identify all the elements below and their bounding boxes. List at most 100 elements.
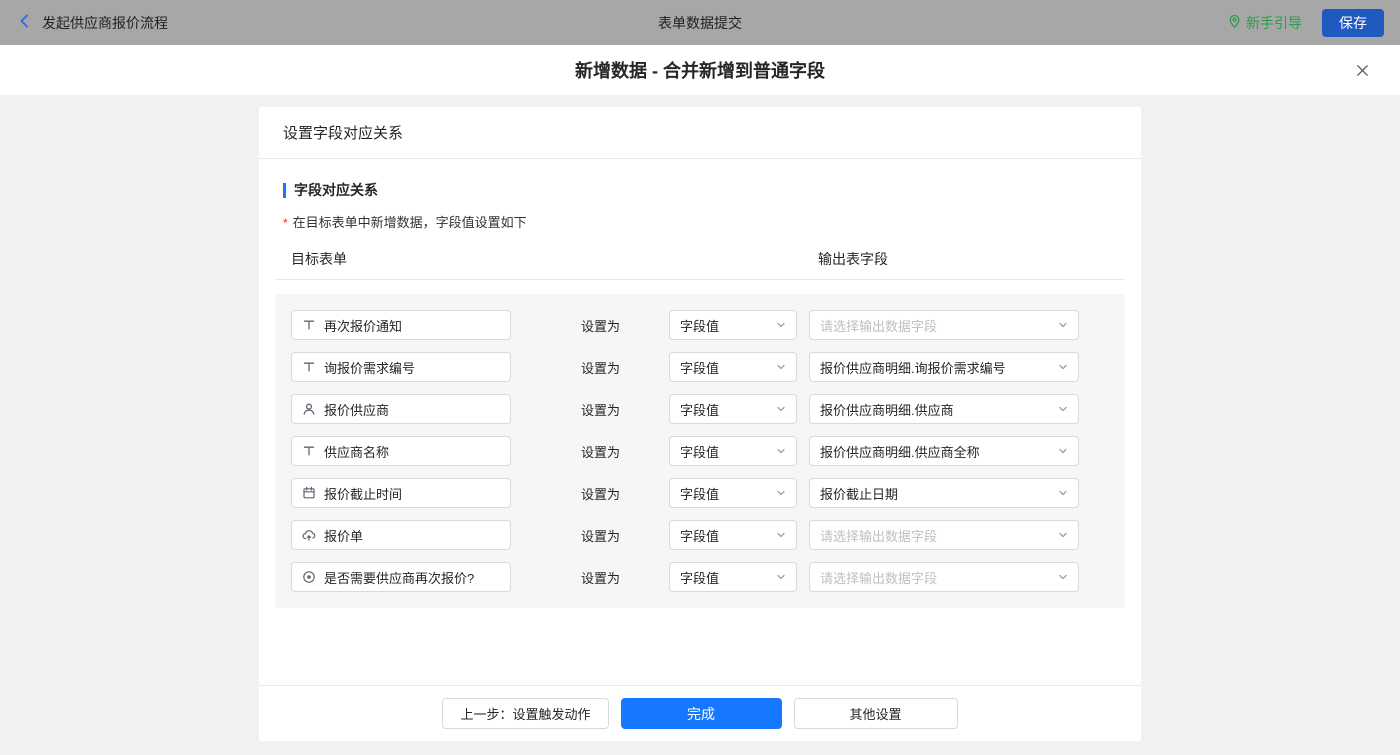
value-type-value: 字段值 <box>680 318 720 334</box>
set-as-label: 设置为 <box>581 402 621 418</box>
beginner-guide-button[interactable]: 新手引导 <box>1228 13 1302 33</box>
target-field-box: 再次报价通知 <box>291 310 511 340</box>
target-field-label: 再次报价通知 <box>324 318 403 334</box>
target-field-label: 询报价需求编号 <box>324 360 416 376</box>
chevron-down-icon <box>1058 530 1068 540</box>
value-type-select[interactable]: 字段值 <box>669 436 797 466</box>
chevron-down-icon <box>1058 362 1068 372</box>
set-as-label: 设置为 <box>581 528 621 544</box>
set-as-label: 设置为 <box>581 486 621 502</box>
value-type-select[interactable]: 字段值 <box>669 310 797 340</box>
chevron-down-icon <box>776 488 786 498</box>
set-as-label: 设置为 <box>581 570 621 586</box>
output-field-select[interactable]: 报价供应商明细.供应商 <box>809 394 1079 424</box>
target-field-box: 报价供应商 <box>291 394 511 424</box>
radio-icon <box>302 570 316 584</box>
mapping-row: 报价供应商 设置为 字段值 报价供应商明细.供应商 <box>291 394 1109 424</box>
value-type-select[interactable]: 字段值 <box>669 520 797 550</box>
target-field-box: 询报价需求编号 <box>291 352 511 382</box>
set-as-label: 设置为 <box>581 318 621 334</box>
chevron-down-icon <box>1058 446 1068 456</box>
output-field-value: 报价供应商明细.供应商 <box>820 402 954 418</box>
mapping-row: 再次报价通知 设置为 字段值 请选择输出数据字段 <box>291 310 1109 340</box>
column-target-form: 目标表单 <box>291 251 347 267</box>
chevron-down-icon <box>1058 572 1068 582</box>
close-icon[interactable] <box>1350 58 1374 82</box>
value-type-select[interactable]: 字段值 <box>669 394 797 424</box>
back-button[interactable]: 发起供应商报价流程 <box>16 12 168 33</box>
mapping-row: 询报价需求编号 设置为 字段值 报价供应商明细.询报价需求编号 <box>291 352 1109 382</box>
card-footer: 上一步：设置触发动作 完成 其他设置 <box>259 685 1141 741</box>
calendar-icon <box>302 486 316 500</box>
mapping-row: 报价单 设置为 字段值 请选择输出数据字段 <box>291 520 1109 550</box>
value-type-value: 字段值 <box>680 570 720 586</box>
mapping-row: 报价截止时间 设置为 字段值 报价截止日期 <box>291 478 1109 508</box>
target-field-label: 报价单 <box>324 528 364 544</box>
text-field-icon <box>302 318 316 332</box>
output-field-select[interactable]: 报价供应商明细.询报价需求编号 <box>809 352 1079 382</box>
output-field-select[interactable]: 报价截止日期 <box>809 478 1079 508</box>
output-field-select[interactable]: 报价供应商明细.供应商全称 <box>809 436 1079 466</box>
target-field-box: 报价截止时间 <box>291 478 511 508</box>
topbar-title: 表单数据提交 <box>658 14 742 31</box>
hint-text: * 在目标表单中新增数据，字段值设置如下 <box>283 212 1125 231</box>
output-field-select[interactable]: 请选择输出数据字段 <box>809 520 1079 550</box>
mapping-row: 是否需要供应商再次报价? 设置为 字段值 请选择输出数据字段 <box>291 562 1109 592</box>
output-field-value: 报价供应商明细.询报价需求编号 <box>820 360 1006 376</box>
target-field-label: 是否需要供应商再次报价? <box>324 570 475 586</box>
value-type-value: 字段值 <box>680 402 720 418</box>
value-type-value: 字段值 <box>680 528 720 544</box>
card-title: 设置字段对应关系 <box>259 107 1141 159</box>
topbar-actions: 新手引导 保存 <box>1228 0 1384 45</box>
value-type-select[interactable]: 字段值 <box>669 562 797 592</box>
modal-title: 新增数据 - 合并新增到普通字段 <box>575 61 825 81</box>
value-type-value: 字段值 <box>680 444 720 460</box>
columns-header: 目标表单 输出表字段 <box>275 231 1125 280</box>
chevron-left-icon <box>16 12 34 33</box>
target-field-label: 供应商名称 <box>324 444 390 460</box>
chevron-down-icon <box>776 572 786 582</box>
cloud-upload-icon <box>302 528 316 542</box>
output-field-select[interactable]: 请选择输出数据字段 <box>809 562 1079 592</box>
target-field-box: 供应商名称 <box>291 436 511 466</box>
value-type-value: 字段值 <box>680 486 720 502</box>
output-field-value: 请选择输出数据字段 <box>820 528 938 544</box>
chevron-down-icon <box>776 320 786 330</box>
modal-header: 新增数据 - 合并新增到普通字段 <box>0 45 1400 95</box>
chevron-down-icon <box>776 530 786 540</box>
output-field-select[interactable]: 请选择输出数据字段 <box>809 310 1079 340</box>
required-asterisk: * <box>283 216 288 230</box>
chevron-down-icon <box>776 404 786 414</box>
output-field-value: 报价截止日期 <box>820 486 899 502</box>
column-output-field: 输出表字段 <box>818 251 888 267</box>
chevron-down-icon <box>1058 404 1068 414</box>
user-icon <box>302 402 316 416</box>
value-type-select[interactable]: 字段值 <box>669 478 797 508</box>
location-pin-icon <box>1228 14 1241 32</box>
target-field-box: 是否需要供应商再次报价? <box>291 562 511 592</box>
output-field-value: 报价供应商明细.供应商全称 <box>820 444 980 460</box>
hint-label: 在目标表单中新增数据，字段值设置如下 <box>292 215 527 230</box>
value-type-select[interactable]: 字段值 <box>669 352 797 382</box>
output-field-value: 请选择输出数据字段 <box>820 570 938 586</box>
chevron-down-icon <box>1058 488 1068 498</box>
back-label: 发起供应商报价流程 <box>42 14 168 31</box>
card-body: 字段对应关系 * 在目标表单中新增数据，字段值设置如下 目标表单 输出表字段 再次… <box>259 159 1141 685</box>
target-field-box: 报价单 <box>291 520 511 550</box>
previous-step-button[interactable]: 上一步：设置触发动作 <box>442 698 609 729</box>
beginner-guide-label: 新手引导 <box>1246 14 1302 31</box>
set-as-label: 设置为 <box>581 360 621 376</box>
save-button[interactable]: 保存 <box>1322 8 1384 37</box>
value-type-value: 字段值 <box>680 360 720 376</box>
mapping-row: 供应商名称 设置为 字段值 报价供应商明细.供应商全称 <box>291 436 1109 466</box>
other-settings-button[interactable]: 其他设置 <box>793 698 958 729</box>
text-field-icon <box>302 360 316 374</box>
topbar: 发起供应商报价流程 表单数据提交 新手引导 保存 <box>0 0 1400 45</box>
target-field-label: 报价截止时间 <box>324 486 403 502</box>
section-title: 字段对应关系 <box>283 183 1125 198</box>
chevron-down-icon <box>1058 320 1068 330</box>
field-mapping-panel: 再次报价通知 设置为 字段值 请选择输出数据字段 询报价需求编号 设置为 字段值 <box>275 294 1125 608</box>
chevron-down-icon <box>776 362 786 372</box>
done-button[interactable]: 完成 <box>620 698 782 729</box>
field-mapping-card: 设置字段对应关系 字段对应关系 * 在目标表单中新增数据，字段值设置如下 目标表单… <box>259 107 1141 741</box>
